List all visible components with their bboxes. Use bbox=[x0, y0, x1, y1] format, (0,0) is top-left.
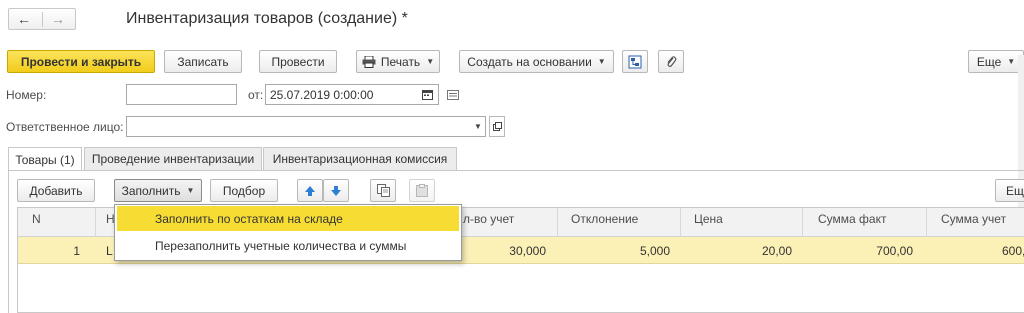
copy-button[interactable] bbox=[370, 179, 396, 202]
create-based-on-button[interactable]: Создать на основании ▼ bbox=[459, 50, 614, 73]
copy-icon bbox=[376, 184, 390, 197]
window-title: Инвентаризация товаров (создание) * bbox=[126, 10, 408, 27]
nav-back-forward: ← → bbox=[8, 8, 76, 30]
col-header-qty-account[interactable]: л-во учет bbox=[463, 212, 514, 226]
post-and-close-button[interactable]: Провести и закрыть bbox=[7, 50, 155, 73]
responsible-field[interactable] bbox=[126, 116, 486, 137]
tab-inventory-commission[interactable]: Инвентаризационная комиссия bbox=[263, 147, 457, 170]
tab-inventory-process[interactable]: Проведение инвентаризации bbox=[84, 147, 262, 170]
add-button[interactable]: Добавить bbox=[17, 179, 95, 202]
arrow-down-icon bbox=[331, 185, 341, 196]
forward-arrow-icon[interactable]: → bbox=[51, 11, 65, 27]
col-header-sum-account[interactable]: Сумма учет bbox=[941, 212, 1006, 226]
cell-qty-account: 30,000 bbox=[509, 244, 546, 258]
move-up-button[interactable] bbox=[297, 179, 323, 202]
menu-item-refill-account[interactable]: Перезаполнить учетные количества и суммы bbox=[117, 233, 459, 258]
selection-button[interactable]: Подбор bbox=[210, 179, 278, 202]
cell-deviation: 5,000 bbox=[639, 244, 670, 258]
paperclip-icon bbox=[667, 55, 677, 67]
number-field[interactable] bbox=[126, 84, 237, 105]
cell-sum-fact: 700,00 bbox=[876, 244, 913, 258]
date-label: от: bbox=[248, 88, 264, 102]
fill-button[interactable]: Заполнить ▼ bbox=[114, 179, 202, 202]
move-down-button[interactable] bbox=[323, 179, 349, 202]
open-responsible-button[interactable] bbox=[489, 116, 505, 137]
menu-item-fill-by-stock[interactable]: Заполнить по остаткам на складе bbox=[117, 206, 459, 231]
save-button[interactable]: Записать bbox=[164, 50, 242, 73]
chevron-down-icon: ▼ bbox=[597, 57, 606, 66]
printer-icon bbox=[362, 55, 376, 68]
responsible-dropdown-icon[interactable]: ▼ bbox=[470, 117, 486, 136]
clipboard-icon bbox=[416, 184, 428, 197]
structure-button[interactable] bbox=[622, 50, 648, 73]
chevron-down-icon: ▼ bbox=[186, 186, 195, 195]
table-more-button[interactable]: Ещ bbox=[995, 179, 1024, 202]
cell-sum-account: 600,0 bbox=[1002, 244, 1024, 258]
tab-goods[interactable]: Товары (1) bbox=[8, 147, 82, 171]
cell-n: 1 bbox=[73, 244, 80, 258]
cell-price: 20,00 bbox=[761, 244, 792, 258]
post-button[interactable]: Провести bbox=[259, 50, 337, 73]
attach-button[interactable] bbox=[658, 50, 684, 73]
paste-button[interactable] bbox=[409, 179, 435, 202]
number-label: Номер: bbox=[6, 88, 47, 102]
col-header-price[interactable]: Цена bbox=[694, 212, 723, 226]
chevron-down-icon: ▼ bbox=[1007, 57, 1016, 66]
responsible-label: Ответственное лицо: bbox=[6, 120, 124, 134]
print-button[interactable]: Печать ▼ bbox=[356, 50, 440, 73]
chevron-down-icon: ▼ bbox=[426, 57, 435, 66]
col-header-deviation[interactable]: Отклонение bbox=[571, 212, 638, 226]
arrow-up-icon bbox=[305, 185, 315, 196]
back-arrow-icon[interactable]: ← bbox=[17, 11, 31, 27]
col-header-sum-fact[interactable]: Сумма факт bbox=[818, 212, 886, 226]
cell-name: L bbox=[106, 244, 113, 258]
open-icon bbox=[492, 122, 502, 131]
col-header-n[interactable]: N bbox=[32, 212, 41, 226]
more-button[interactable]: Еще ▼ bbox=[968, 50, 1024, 73]
hierarchy-icon bbox=[628, 55, 642, 68]
document-list-icon[interactable] bbox=[447, 90, 459, 100]
calendar-icon[interactable] bbox=[422, 89, 433, 100]
fill-dropdown-menu: Заполнить по остаткам на складе Перезапо… bbox=[114, 204, 462, 261]
date-field[interactable]: 25.07.2019 0:00:00 bbox=[265, 84, 439, 105]
